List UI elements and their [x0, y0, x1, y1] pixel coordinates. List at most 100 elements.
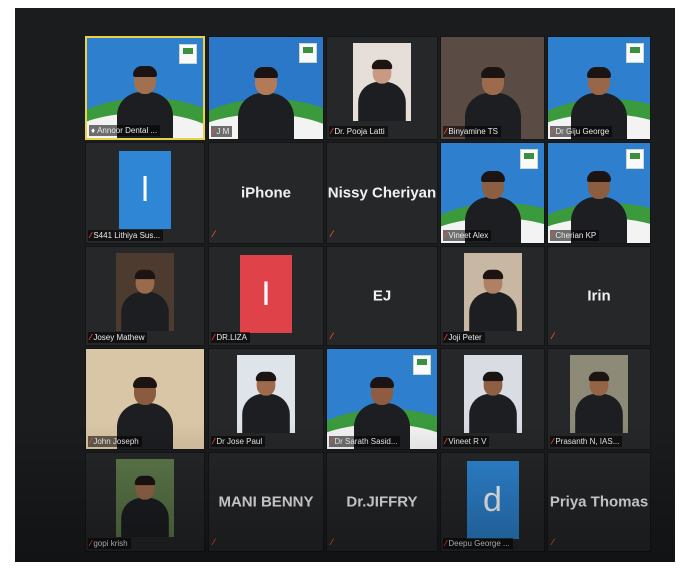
- participant-name-label: ⁄ S441 Lithiya Sus...: [88, 230, 164, 241]
- mic-muted-icon: ⁄: [445, 231, 447, 240]
- participant-display-name: iPhone: [240, 184, 291, 202]
- mic-muted-icon: ⁄: [331, 537, 333, 547]
- mic-muted-icon: ⁄: [552, 437, 554, 446]
- participant-tile-iphone[interactable]: iPhone ⁄: [208, 142, 324, 244]
- participant-name-label: ⁄ J M: [211, 126, 233, 137]
- profile-photo: [237, 355, 295, 433]
- participant-name: Annoor Dental ...: [97, 126, 158, 135]
- participant-tile-sarath[interactable]: ⁄ Dr Sarath Sasid...: [326, 348, 438, 450]
- participant-tile-giju[interactable]: ⁄ Dr Giju George: [547, 36, 651, 140]
- mic-muted-icon: ⁄: [331, 331, 333, 341]
- participant-name: Dr. Pooja Latti: [334, 127, 385, 136]
- participant-name: gopi krish: [93, 539, 128, 548]
- brand-logo-icon: [179, 44, 197, 64]
- participant-video: [441, 143, 544, 243]
- mic-muted-icon: ⁄: [552, 331, 554, 341]
- participant-name-label: ⁄ Vineet Alex: [443, 230, 492, 241]
- participant-tile-deepu[interactable]: d ⁄ Deepu George ...: [440, 452, 545, 552]
- participant-tile-vineet_alex[interactable]: ⁄ Vineet Alex: [440, 142, 545, 244]
- participant-name: Prasanth N, IAS...: [555, 437, 620, 446]
- participant-tile-mani[interactable]: MANI BENNY ⁄: [208, 452, 324, 552]
- participant-tile-prasanth[interactable]: ⁄ Prasanth N, IAS...: [547, 348, 651, 450]
- participant-name-label: ⁄ gopi krish: [88, 538, 131, 549]
- avatar-initial: l: [119, 151, 171, 229]
- profile-photo: [353, 43, 411, 121]
- brand-logo-icon: [626, 43, 644, 63]
- participant-name: DR.LIZA: [216, 333, 248, 342]
- participant-name-label: ⁄ John Joseph: [88, 436, 142, 447]
- participant-tile-john[interactable]: ⁄ John Joseph: [85, 348, 205, 450]
- mic-muted-icon: ⁄: [331, 229, 333, 239]
- participant-tile-cherian[interactable]: ⁄ Cherian KP: [547, 142, 651, 244]
- profile-photo: [463, 355, 522, 433]
- participant-display-name: MANI BENNY: [218, 493, 314, 511]
- avatar-initial: d: [466, 461, 519, 539]
- participant-video: [86, 349, 204, 449]
- participant-name: J M: [216, 127, 230, 136]
- participant-tile-binyamine[interactable]: ⁄ Binyamine TS: [440, 36, 545, 140]
- participant-tile-s441[interactable]: l ⁄ S441 Lithiya Sus...: [85, 142, 205, 244]
- mic-muted-icon: ⁄: [552, 231, 554, 240]
- participant-name-label: ⁄ Dr Jose Paul: [211, 436, 266, 447]
- participant-tile-jose[interactable]: ⁄ Dr Jose Paul: [208, 348, 324, 450]
- participant-video: [548, 143, 650, 243]
- mic-muted-icon: ⁄: [213, 437, 215, 446]
- participant-name: Cherian KP: [555, 231, 597, 240]
- participant-tile-priya[interactable]: Priya Thomas ⁄: [547, 452, 651, 552]
- participant-video: [441, 37, 544, 139]
- mic-muted-icon: ⁄: [331, 437, 333, 446]
- participant-name: John Joseph: [93, 437, 139, 446]
- participant-name: S441 Lithiya Sus...: [93, 231, 161, 240]
- participant-tile-jm[interactable]: ⁄ J M: [208, 36, 324, 140]
- participant-tile-pooja[interactable]: ⁄ Dr. Pooja Latti: [326, 36, 438, 140]
- participant-name: Binyamine TS: [448, 127, 498, 136]
- participant-tile-vineet_rv[interactable]: ⁄ Vineet R V: [440, 348, 545, 450]
- participant-name-label: ⁄ DR.LIZA: [211, 332, 251, 343]
- mic-on-icon: ♦: [91, 126, 96, 135]
- brand-logo-icon: [626, 149, 644, 169]
- mic-muted-icon: ⁄: [90, 437, 92, 446]
- mic-muted-icon: ⁄: [445, 333, 447, 342]
- participant-display-name: Nissy Cheriyan: [327, 184, 437, 202]
- profile-photo: [116, 459, 174, 537]
- participant-tile-gopi[interactable]: ⁄ gopi krish: [85, 452, 205, 552]
- participant-tile-ej[interactable]: EJ ⁄: [326, 246, 438, 346]
- participant-tile-liza[interactable]: I ⁄ DR.LIZA: [208, 246, 324, 346]
- mic-muted-icon: ⁄: [445, 127, 447, 136]
- participant-name: Dr Giju George: [555, 127, 610, 136]
- brand-logo-icon: [413, 355, 431, 375]
- participant-name: Dr Sarath Sasid...: [334, 437, 398, 446]
- mic-muted-icon: ⁄: [90, 333, 92, 342]
- mic-muted-icon: ⁄: [90, 539, 92, 548]
- participant-name-label: ⁄ Vineet R V: [443, 436, 490, 447]
- mic-muted-icon: ⁄: [552, 537, 554, 547]
- participant-grid: ♦ Annoor Dental ... ⁄ J M ⁄ Dr. Pooja Latti ⁄ B…: [15, 8, 675, 562]
- mic-muted-icon: ⁄: [90, 231, 92, 240]
- participant-tile-jiffry[interactable]: Dr.JIFFRY ⁄: [326, 452, 438, 552]
- participant-name-label: ⁄ Joji Peter: [443, 332, 485, 343]
- mic-muted-icon: ⁄: [445, 437, 447, 446]
- participant-name: Vineet R V: [448, 437, 487, 446]
- participant-tile-joji[interactable]: ⁄ Joji Peter: [440, 246, 545, 346]
- profile-photo: [463, 253, 522, 331]
- participant-name: Deepu George ...: [448, 539, 510, 548]
- mic-muted-icon: ⁄: [213, 229, 215, 239]
- avatar-initial: I: [240, 255, 292, 333]
- participant-tile-irin[interactable]: Irin ⁄: [547, 246, 651, 346]
- participant-video: [327, 349, 437, 449]
- video-call-screen: ♦ Annoor Dental ... ⁄ J M ⁄ Dr. Pooja Latti ⁄ B…: [15, 8, 675, 562]
- brand-logo-icon: [520, 149, 538, 169]
- participant-name-label: ⁄ Deepu George ...: [443, 538, 513, 549]
- profile-photo: [570, 355, 628, 433]
- participant-name-label: ♦ Annoor Dental ...: [89, 125, 161, 136]
- participant-name-label: ⁄ Dr Giju George: [550, 126, 613, 137]
- participant-name-label: ⁄ Dr. Pooja Latti: [329, 126, 388, 137]
- participant-display-name: EJ: [372, 287, 392, 305]
- mic-muted-icon: ⁄: [213, 537, 215, 547]
- participant-name-label: ⁄ Binyamine TS: [443, 126, 501, 137]
- participant-tile-nissy[interactable]: Nissy Cheriyan ⁄: [326, 142, 438, 244]
- participant-tile-josey[interactable]: ⁄ Josey Mathew: [85, 246, 205, 346]
- mic-muted-icon: ⁄: [331, 127, 333, 136]
- participant-tile-annoor[interactable]: ♦ Annoor Dental ...: [85, 36, 205, 140]
- participant-name-label: ⁄ Josey Mathew: [88, 332, 148, 343]
